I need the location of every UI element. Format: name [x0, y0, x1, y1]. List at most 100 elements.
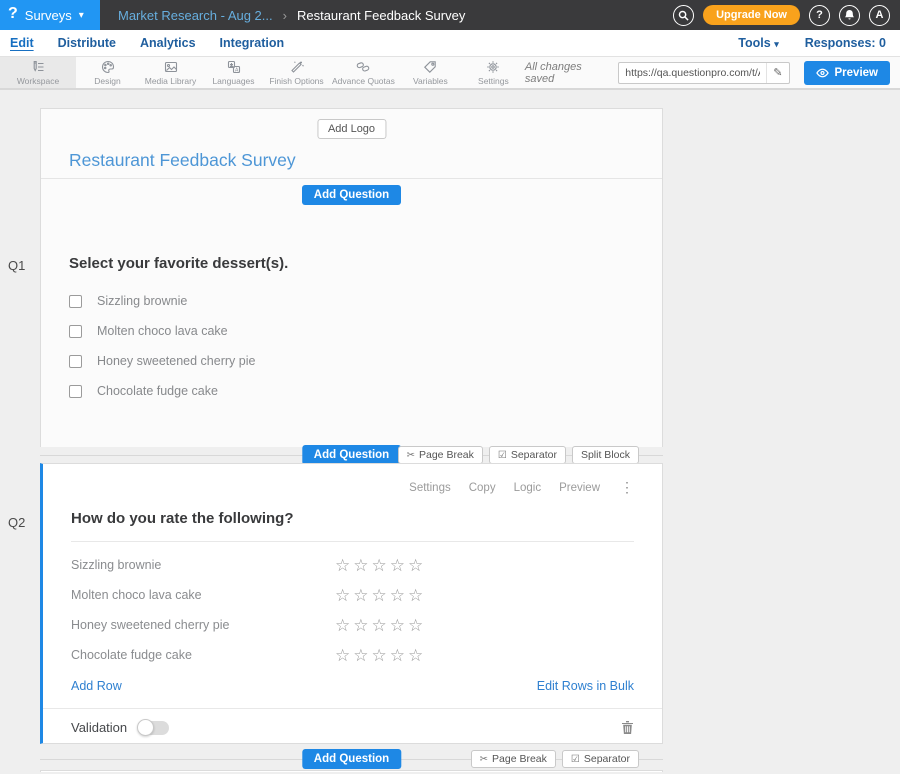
survey-url-box: ✎ — [618, 62, 789, 84]
survey-block-1: Add Logo Restaurant Feedback Survey Add … — [40, 108, 663, 447]
add-question-button[interactable]: Add Question — [302, 749, 401, 769]
account-avatar[interactable]: A — [869, 5, 890, 26]
question-logic-link[interactable]: Logic — [514, 482, 542, 494]
header-actions: Upgrade Now ? A — [673, 0, 900, 30]
autosave-status: All changes saved — [525, 61, 604, 85]
question-q1: Select your favorite dessert(s). Sizzlin… — [41, 211, 662, 398]
checkbox[interactable] — [69, 325, 82, 338]
search-button[interactable] — [673, 5, 694, 26]
responses-count[interactable]: Responses: 0 — [805, 36, 886, 50]
toolbar-tab-languages[interactable]: A Languages — [202, 57, 265, 88]
add-question-button[interactable]: Add Question — [302, 185, 401, 205]
toolbar-tab-workspace[interactable]: Workspace — [0, 57, 76, 88]
survey-editor-canvas: Q1 Q2 Add Logo Restaurant Feedback Surve… — [0, 90, 900, 772]
survey-url-input[interactable] — [619, 67, 766, 79]
table-row: Molten choco lava cake ☆☆☆☆☆ — [71, 580, 634, 610]
insert-actions-1: ✂Page Break ☑Separator Split Block — [398, 446, 639, 464]
toolbar-tab-settings[interactable]: Settings — [462, 57, 525, 88]
toolbar-tab-media-library[interactable]: Media Library — [139, 57, 202, 88]
row-label[interactable]: Molten choco lava cake — [71, 588, 335, 602]
add-row-link[interactable]: Add Row — [71, 679, 122, 693]
tab-analytics[interactable]: Analytics — [140, 36, 196, 50]
q2-action-links: Settings Copy Logic Preview ⋮ — [409, 479, 634, 496]
option-label[interactable]: Sizzling brownie — [97, 294, 187, 308]
question-number-q2: Q2 — [8, 515, 25, 530]
q2-question-text[interactable]: How do you rate the following? — [71, 510, 634, 527]
toolbar-tab-design[interactable]: Design — [76, 57, 139, 88]
validation-toggle[interactable] — [139, 721, 169, 735]
toolbar-tab-variables[interactable]: Variables — [399, 57, 462, 88]
bell-icon — [844, 9, 855, 21]
checkbox[interactable] — [69, 295, 82, 308]
toolbar-tab-advance-quotas[interactable]: Advance Quotas — [328, 57, 399, 88]
chain-links-icon — [356, 60, 370, 74]
separator-button[interactable]: ☑Separator — [562, 750, 639, 768]
separator-icon: ☑ — [571, 754, 580, 765]
question-preview-link[interactable]: Preview — [559, 482, 600, 494]
add-question-button[interactable]: Add Question — [302, 445, 401, 465]
checkbox[interactable] — [69, 355, 82, 368]
gear-icon — [486, 60, 500, 74]
upgrade-now-button[interactable]: Upgrade Now — [703, 5, 800, 25]
more-options-icon[interactable]: ⋮ — [620, 479, 634, 496]
divider — [71, 541, 634, 542]
row-label[interactable]: Chocolate fudge cake — [71, 648, 335, 662]
question-number-q1: Q1 — [8, 258, 25, 273]
question-copy-link[interactable]: Copy — [469, 482, 496, 494]
page-break-button[interactable]: ✂Page Break — [398, 446, 483, 464]
split-block-button[interactable]: Split Block — [572, 446, 639, 464]
table-row: Honey sweetened cherry pie ☆☆☆☆☆ — [71, 610, 634, 640]
q1-options: Sizzling brownie Molten choco lava cake … — [69, 294, 634, 398]
option-label[interactable]: Honey sweetened cherry pie — [97, 354, 255, 368]
page-break-button[interactable]: ✂Page Break — [471, 750, 556, 768]
insert-row-2: Add Question ✂Page Break ☑Separator — [40, 744, 663, 770]
edit-rows-in-bulk-link[interactable]: Edit Rows in Bulk — [537, 679, 634, 693]
survey-title[interactable]: Restaurant Feedback Survey — [69, 150, 296, 171]
search-icon — [678, 10, 689, 21]
trash-icon — [621, 720, 634, 735]
breadcrumb-folder[interactable]: Market Research - Aug 2... — [118, 8, 273, 23]
tools-menu[interactable]: Tools ▾ — [738, 36, 778, 50]
q2-row-links: Add Row Edit Rows in Bulk — [71, 676, 634, 696]
help-button[interactable]: ? — [809, 5, 830, 26]
edit-url-icon[interactable]: ✎ — [766, 63, 788, 83]
q2-content: How do you rate the following? Sizzling … — [43, 464, 662, 696]
magic-wand-icon — [290, 60, 304, 74]
list-item: Molten choco lava cake — [69, 324, 634, 338]
tab-distribute[interactable]: Distribute — [58, 36, 116, 50]
notifications-button[interactable] — [839, 5, 860, 26]
row-label[interactable]: Honey sweetened cherry pie — [71, 618, 335, 632]
product-menu-label: Surveys — [25, 8, 72, 23]
table-row: Sizzling brownie ☆☆☆☆☆ — [71, 550, 634, 580]
top-header-bar: ? Surveys ▾ Market Research - Aug 2... ›… — [0, 0, 900, 30]
preview-button[interactable]: Preview — [804, 61, 890, 85]
add-logo-button[interactable]: Add Logo — [317, 119, 386, 139]
translate-icon: A — [227, 60, 241, 74]
question-settings-link[interactable]: Settings — [409, 482, 451, 494]
separator-button[interactable]: ☑Separator — [489, 446, 566, 464]
delete-question-button[interactable] — [621, 720, 634, 735]
survey-block-next — [40, 770, 663, 772]
row-label[interactable]: Sizzling brownie — [71, 558, 335, 572]
chevron-down-icon: ▾ — [774, 39, 779, 49]
surveys-product-menu[interactable]: ? Surveys ▾ — [0, 0, 100, 30]
option-label[interactable]: Molten choco lava cake — [97, 324, 228, 338]
table-row: Chocolate fudge cake ☆☆☆☆☆ — [71, 640, 634, 670]
q1-question-text[interactable]: Select your favorite dessert(s). — [69, 255, 634, 272]
star-rating[interactable]: ☆☆☆☆☆ — [335, 557, 426, 574]
q2-rating-rows: Sizzling brownie ☆☆☆☆☆ Molten choco lava… — [71, 550, 634, 670]
nav-right-group: Tools ▾ Responses: 0 — [738, 36, 890, 50]
tag-icon — [423, 60, 437, 74]
questionpro-logo-icon: ? — [8, 6, 18, 22]
checkbox[interactable] — [69, 385, 82, 398]
survey-nav-bar: Edit Distribute Analytics Integration To… — [0, 30, 900, 57]
toolbar-tab-finish-options[interactable]: Finish Options — [265, 57, 328, 88]
option-label[interactable]: Chocolate fudge cake — [97, 384, 218, 398]
star-rating[interactable]: ☆☆☆☆☆ — [335, 587, 426, 604]
tab-integration[interactable]: Integration — [220, 36, 285, 50]
tab-edit[interactable]: Edit — [10, 36, 34, 50]
validation-label: Validation — [71, 720, 127, 735]
star-rating[interactable]: ☆☆☆☆☆ — [335, 617, 426, 634]
star-rating[interactable]: ☆☆☆☆☆ — [335, 647, 426, 664]
breadcrumb-separator-icon: › — [283, 8, 287, 23]
